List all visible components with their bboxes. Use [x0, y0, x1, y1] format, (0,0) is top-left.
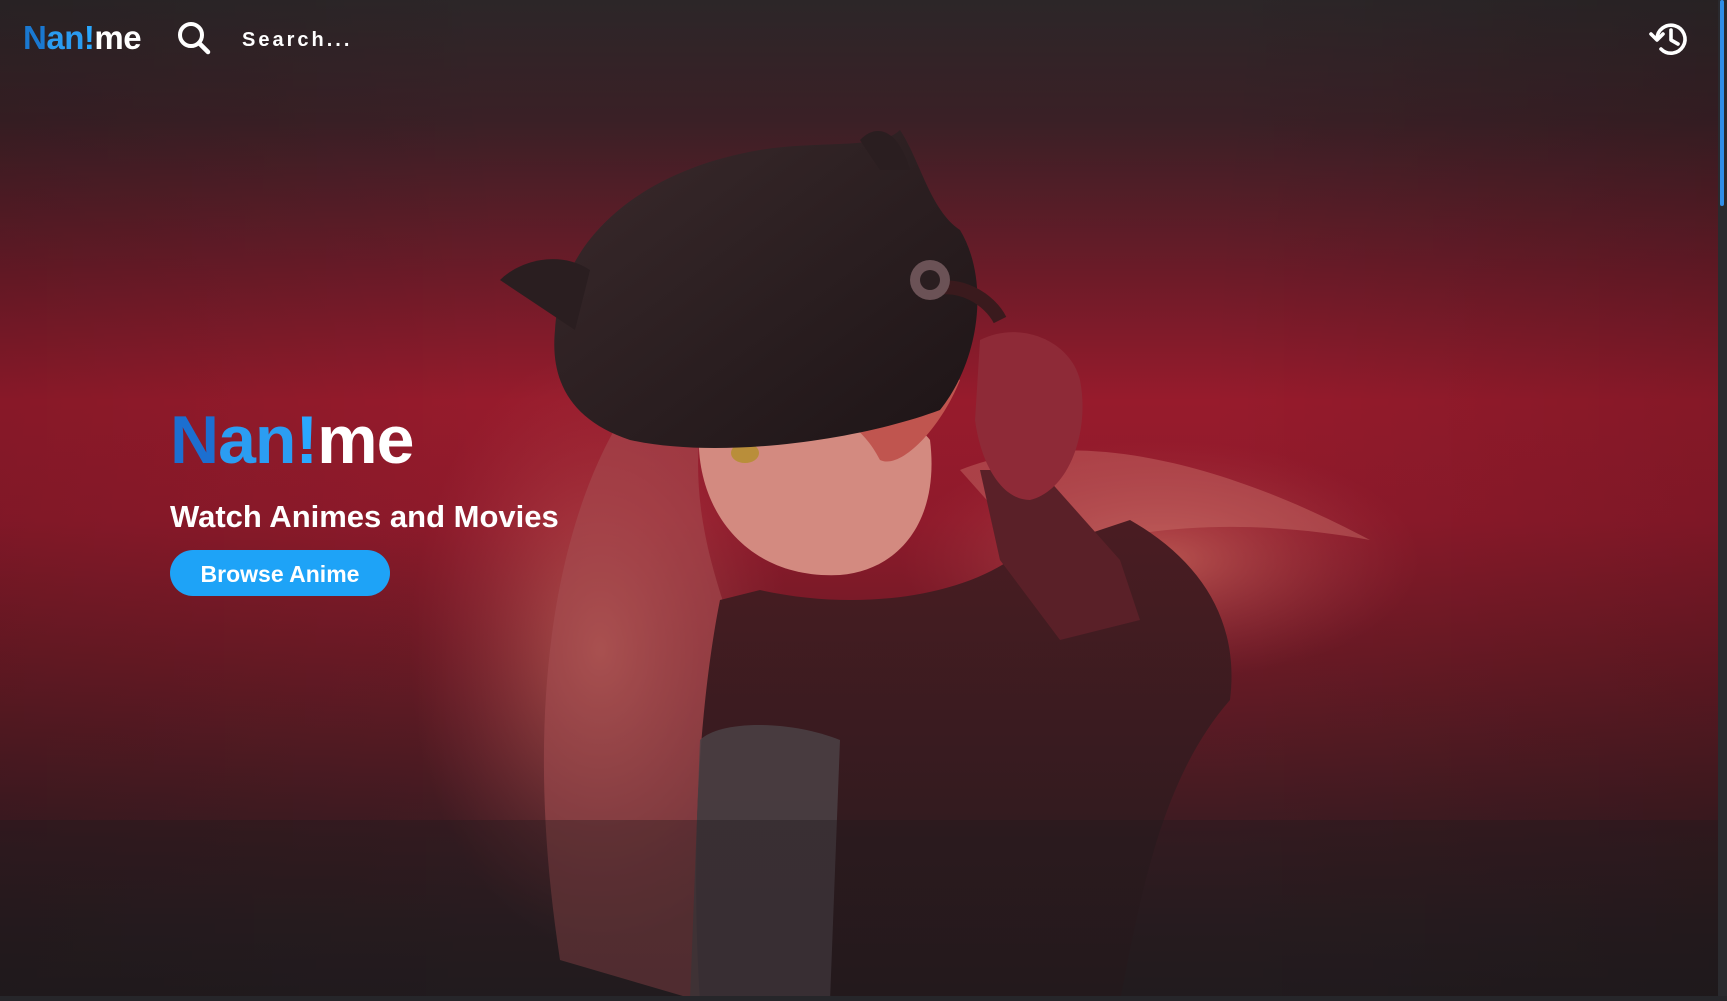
- search-icon[interactable]: [176, 20, 212, 56]
- hero-title-part-n: N: [170, 402, 219, 478]
- logo-part-an: an: [46, 19, 84, 56]
- hero-section: Nan!me Watch Animes and Movies Browse An…: [170, 400, 559, 596]
- hero-title-part-bang: !: [295, 402, 318, 478]
- bottom-edge: [0, 996, 1727, 1001]
- hero-title-part-an: an: [218, 402, 296, 478]
- search-input[interactable]: [240, 22, 504, 58]
- top-navigation-bar: Nan!me: [0, 0, 1722, 80]
- browse-anime-button[interactable]: Browse Anime: [170, 550, 390, 596]
- history-icon[interactable]: [1648, 17, 1692, 61]
- hero-title: Nan!me: [170, 400, 559, 480]
- scrollbar-thumb[interactable]: [1720, 0, 1724, 206]
- logo-part-bang: !: [83, 19, 95, 56]
- home-page: Nan!me Nan!me Watch Animes and Movies Br…: [0, 0, 1727, 1001]
- site-logo[interactable]: Nan!me: [23, 18, 142, 58]
- logo-part-n: N: [23, 19, 47, 56]
- hero-title-part-me: me: [317, 402, 414, 478]
- logo-part-me: me: [94, 19, 142, 56]
- hero-subtitle: Watch Animes and Movies: [170, 499, 559, 534]
